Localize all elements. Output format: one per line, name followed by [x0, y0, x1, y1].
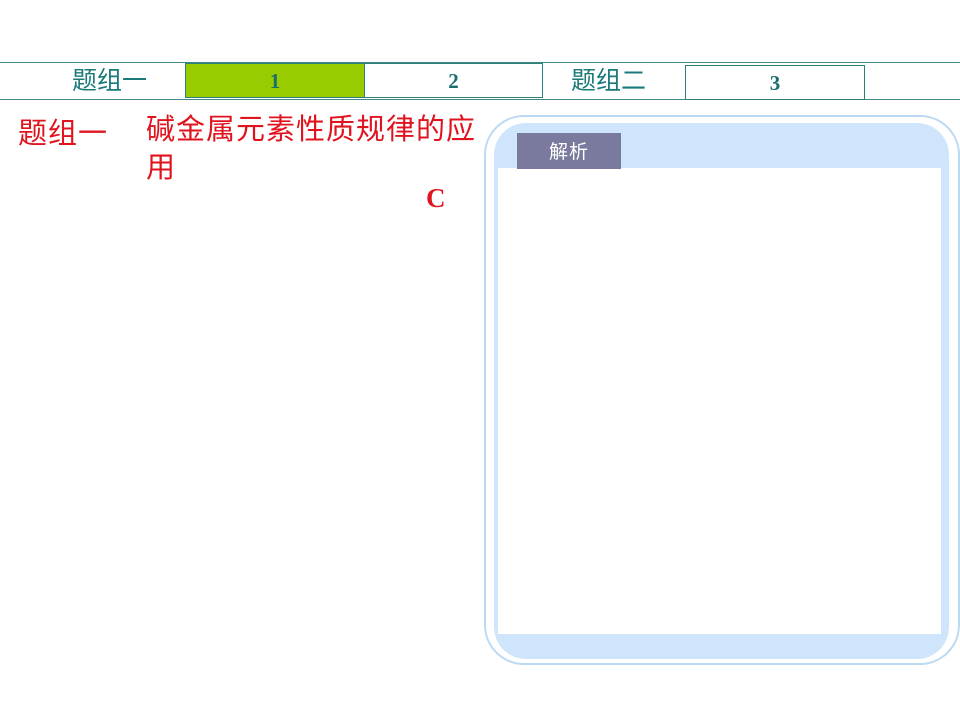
answer-letter: C	[426, 183, 446, 213]
question-group-prefix: 题组一	[18, 116, 109, 150]
question-nav-bar: 题组一 1 2 题组二 3	[0, 62, 960, 100]
tab-question-1[interactable]: 1	[185, 63, 365, 98]
analysis-content-area	[498, 168, 941, 634]
analysis-tab[interactable]: 解析	[517, 133, 621, 169]
question-title: 碱金属元素性质规律的应用	[146, 112, 477, 184]
group1-label: 题组一	[72, 66, 148, 95]
tab-question-3[interactable]: 3	[685, 65, 865, 100]
tab-question-2[interactable]: 2	[364, 63, 543, 98]
group2-label: 题组二	[571, 66, 647, 95]
